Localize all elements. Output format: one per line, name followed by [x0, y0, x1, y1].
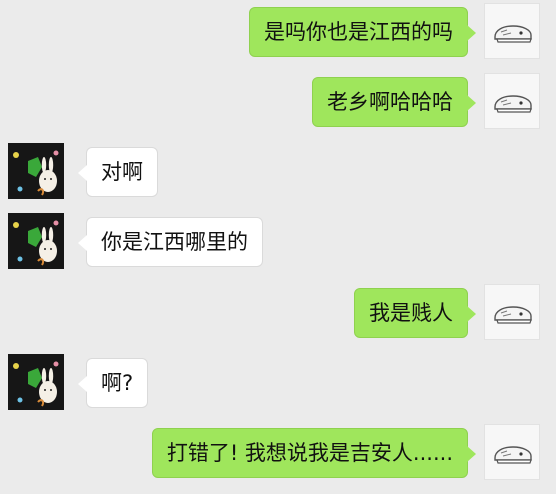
contact-avatar[interactable]: [8, 143, 64, 199]
message-bubble-outgoing[interactable]: 打错了! 我想说我是吉安人......: [151, 428, 477, 478]
my-avatar[interactable]: [484, 3, 540, 59]
message-bubble-outgoing[interactable]: 老乡啊哈哈哈: [312, 77, 476, 127]
cartoon-animals-avatar-icon: [8, 213, 64, 269]
my-avatar[interactable]: [484, 284, 540, 340]
my-avatar[interactable]: [484, 424, 540, 480]
message-row-incoming: 啊?: [0, 354, 556, 414]
message-row-outgoing: 是吗你也是江西的吗: [0, 3, 556, 63]
sketch-shoe-avatar-icon: [494, 306, 532, 324]
message-bubble-incoming[interactable]: 对啊: [78, 147, 158, 197]
message-bubble-incoming[interactable]: 你是江西哪里的: [78, 217, 263, 267]
cartoon-animals-avatar-icon: [8, 143, 64, 199]
message-row-outgoing: 我是贱人: [0, 284, 556, 344]
my-avatar[interactable]: [484, 73, 540, 129]
message-row-outgoing: 老乡啊哈哈哈: [0, 73, 556, 133]
message-row-incoming: 对啊: [0, 143, 556, 203]
sketch-shoe-avatar-icon: [494, 95, 532, 113]
message-bubble-outgoing[interactable]: 我是贱人: [354, 288, 476, 338]
sketch-shoe-avatar-icon: [494, 446, 532, 464]
contact-avatar[interactable]: [8, 354, 64, 410]
sketch-shoe-avatar-icon: [494, 25, 532, 43]
message-bubble-incoming[interactable]: 啊?: [77, 358, 149, 408]
message-row-outgoing: 打错了! 我想说我是吉安人......: [0, 424, 556, 484]
message-row-incoming: 你是江西哪里的: [0, 213, 556, 273]
contact-avatar[interactable]: [8, 213, 64, 269]
message-bubble-outgoing[interactable]: 是吗你也是江西的吗: [249, 7, 476, 57]
cartoon-animals-avatar-icon: [8, 354, 64, 410]
